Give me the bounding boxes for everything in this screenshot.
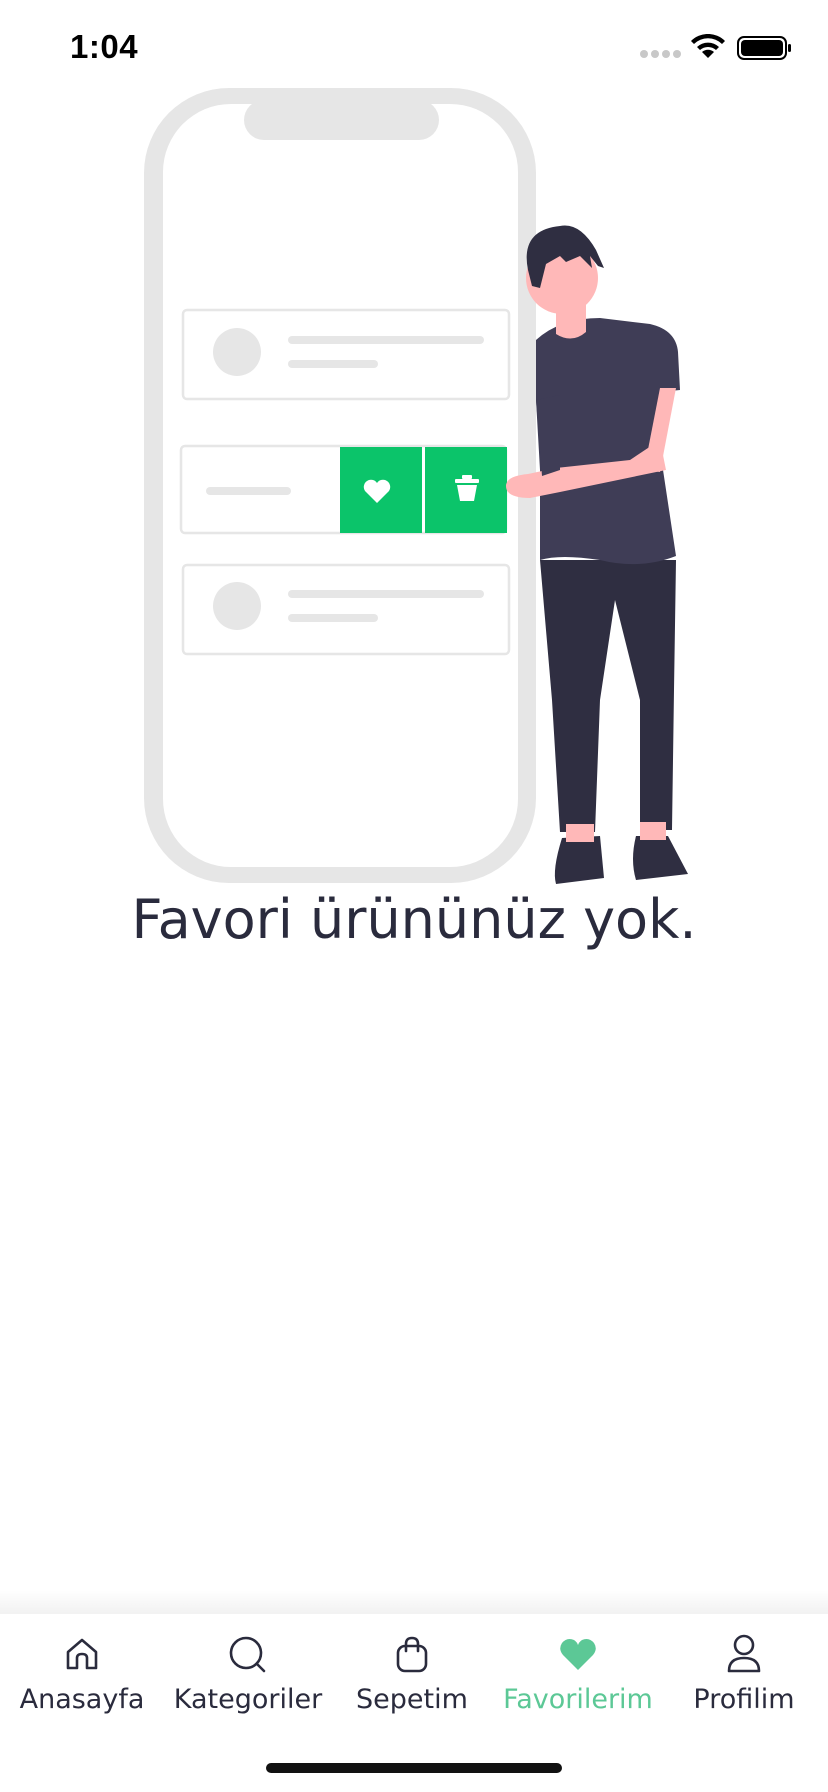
placeholder-card — [181, 563, 511, 656]
tabbar-shadow — [0, 1590, 828, 1616]
status-time: 1:04 — [70, 28, 139, 65]
heart-icon — [560, 1639, 596, 1670]
cellular-signal-icon — [640, 50, 681, 58]
tab-label: Profilim — [693, 1684, 795, 1715]
tab-label: Kategoriler — [173, 1684, 323, 1715]
battery-icon — [737, 36, 791, 60]
tab-label: Sepetim — [356, 1684, 468, 1715]
tab-profilim[interactable]: Profilim — [664, 1632, 824, 1742]
search-icon — [229, 1636, 266, 1673]
placeholder-card — [181, 308, 511, 401]
status-icons — [640, 34, 791, 60]
tab-label: Anasayfa — [19, 1684, 145, 1715]
wifi-icon — [691, 34, 725, 58]
shopping-bag-icon — [396, 1636, 428, 1673]
tab-sepetim[interactable]: Sepetim — [332, 1632, 492, 1742]
tab-label: Favorilerim — [503, 1684, 653, 1715]
empty-favorites-illustration — [144, 88, 688, 884]
tab-kategoriler[interactable]: Kategoriler — [168, 1632, 328, 1742]
placeholder-swipe-row — [179, 444, 508, 535]
empty-favorites-message: Favori ürününüz yok. — [131, 888, 697, 951]
home-indicator[interactable] — [266, 1763, 562, 1773]
tab-anasayfa[interactable]: Anasayfa — [2, 1632, 162, 1742]
user-icon — [727, 1634, 761, 1673]
tab-favorilerim[interactable]: Favorilerim — [498, 1632, 658, 1742]
home-icon — [66, 1638, 98, 1670]
